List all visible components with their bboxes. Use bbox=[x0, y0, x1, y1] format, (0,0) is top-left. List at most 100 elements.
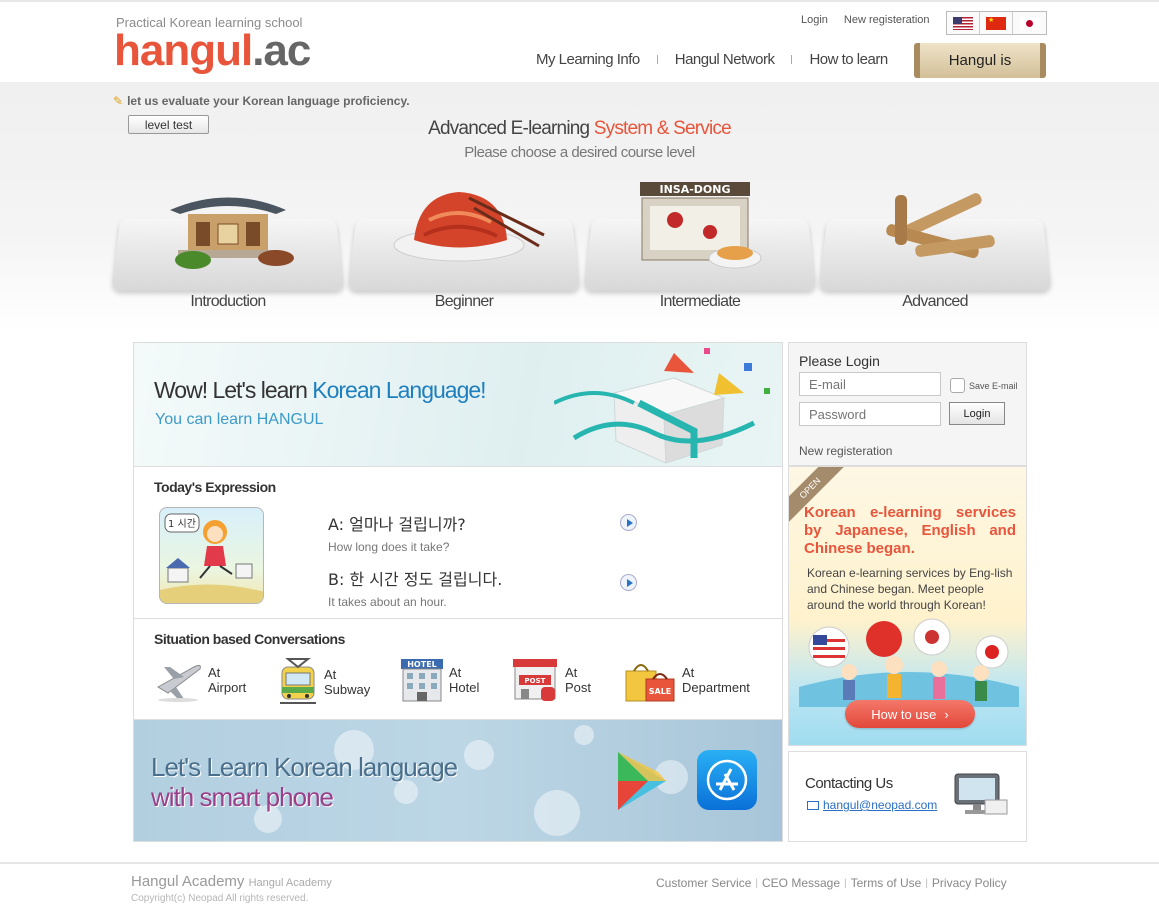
play-audio-button[interactable] bbox=[620, 514, 637, 531]
save-email-label: Save E-mail bbox=[969, 380, 1018, 391]
chevron-right-icon: › bbox=[944, 706, 949, 722]
situation-label-line1: At bbox=[208, 665, 221, 680]
situation-post[interactable]: POST At Post bbox=[511, 657, 591, 703]
language-japanese[interactable] bbox=[1013, 12, 1046, 34]
footer-links: Customer Service | CEO Message | Terms o… bbox=[656, 876, 1007, 890]
situation-subway[interactable]: At Subway bbox=[276, 657, 370, 707]
expression-korean: B: 한 시간 정도 걸립니다. bbox=[328, 570, 503, 589]
situation-label-line2: Airport bbox=[208, 680, 247, 695]
svg-text:HOTEL: HOTEL bbox=[407, 660, 437, 669]
course-advanced[interactable]: Advanced bbox=[815, 175, 1055, 315]
how-to-use-label: How to use bbox=[871, 706, 937, 722]
banner-subtitle: You can learn HANGUL bbox=[155, 411, 324, 428]
bubble-decoration bbox=[534, 790, 580, 836]
course-intermediate[interactable]: INSA-DONG Intermediate bbox=[580, 175, 820, 315]
hangul-is-button[interactable]: Hangul is bbox=[914, 43, 1046, 78]
language-chinese[interactable]: ★ bbox=[980, 12, 1013, 34]
level-test-note: ✎ let us evaluate your Korean language pr… bbox=[113, 94, 410, 108]
mail-icon bbox=[807, 800, 819, 810]
language-english[interactable] bbox=[947, 12, 980, 34]
contact-email-link[interactable]: hangul@neopad.com bbox=[807, 798, 937, 812]
china-flag-icon: ★ bbox=[986, 16, 1006, 30]
save-email-checkbox[interactable]: Save E-mail bbox=[950, 378, 1018, 393]
nav-my-learning-info[interactable]: My Learning Info bbox=[536, 51, 640, 68]
situation-label: At Post bbox=[565, 665, 591, 695]
situation-label-line1: At bbox=[682, 665, 695, 680]
situation-department[interactable]: SALE At Department bbox=[622, 657, 750, 703]
kimchi-dish-icon bbox=[393, 192, 545, 262]
insadong-gate-icon: INSA-DONG bbox=[640, 182, 762, 269]
nav-hangul-network[interactable]: Hangul Network bbox=[675, 51, 775, 68]
section-title: Situation based Conversations bbox=[154, 631, 345, 647]
password-field[interactable] bbox=[799, 402, 941, 426]
intro-title-highlight: System & Service bbox=[593, 118, 732, 139]
expression-cartoon: 1 시간 bbox=[159, 507, 264, 604]
nav-divider bbox=[791, 55, 793, 64]
main-nav: My Learning Info Hangul Network How to l… bbox=[536, 51, 888, 68]
bubble-decoration bbox=[394, 780, 418, 804]
world-kids-icon bbox=[799, 618, 1019, 707]
situation-label: At Subway bbox=[324, 667, 370, 697]
todays-expression: Today's Expression 1 시간 A: 얼마나 걸립니까? How… bbox=[134, 467, 782, 619]
footer-link-terms[interactable]: Terms of Use bbox=[851, 876, 922, 890]
bubble-decoration bbox=[464, 740, 494, 770]
site-logo[interactable]: hangul.ac bbox=[114, 28, 311, 74]
nav-how-to-learn[interactable]: How to learn bbox=[809, 51, 888, 68]
course-label: Introduction bbox=[190, 293, 266, 310]
app-store-icon[interactable] bbox=[697, 750, 757, 810]
section-title: Today's Expression bbox=[154, 479, 276, 495]
expression-line-b: B: 한 시간 정도 걸립니다. It takes about an hour. bbox=[328, 566, 502, 609]
footer-link-customer-service[interactable]: Customer Service bbox=[656, 876, 751, 890]
login-link[interactable]: Login bbox=[801, 14, 828, 26]
banner-title-b: Korean Language! bbox=[312, 377, 486, 403]
footer-link-separator: | bbox=[925, 877, 928, 889]
learn-korean-banner[interactable]: Wow! Let's learn Korean Language! You ca… bbox=[134, 343, 782, 467]
smartphone-banner-line1: Let's Learn Korean language bbox=[151, 752, 458, 782]
us-flag-icon bbox=[953, 16, 973, 30]
new-registration-link[interactable]: New registeration bbox=[799, 444, 892, 458]
contact-panel: Contacting Us hangul@neopad.com bbox=[788, 751, 1027, 842]
intro-title: Advanced E-learning System & Service bbox=[0, 118, 1159, 140]
play-audio-button[interactable] bbox=[620, 574, 637, 591]
footer-link-ceo-message[interactable]: CEO Message bbox=[762, 876, 840, 890]
expression-english: How long does it take? bbox=[328, 540, 450, 554]
google-play-icon[interactable] bbox=[614, 750, 670, 812]
footer-brand-small: Hangul Academy bbox=[248, 877, 332, 889]
footer-link-privacy[interactable]: Privacy Policy bbox=[932, 876, 1007, 890]
situation-label-line1: At bbox=[565, 665, 578, 680]
subway-icon bbox=[280, 658, 316, 704]
banner-title: Wow! Let's learn Korean Language! bbox=[154, 377, 487, 404]
site-header: Practical Korean learning school hangul.… bbox=[0, 2, 1159, 82]
course-beginner[interactable]: Beginner bbox=[344, 175, 584, 315]
email-field[interactable] bbox=[799, 372, 941, 396]
course-introduction[interactable]: Introduction bbox=[108, 175, 348, 315]
situation-label: At Hotel bbox=[449, 665, 479, 695]
situation-label-line1: At bbox=[449, 665, 462, 680]
hotel-icon: HOTEL bbox=[401, 659, 443, 702]
checkbox-box[interactable] bbox=[950, 378, 965, 393]
course-label: Beginner bbox=[434, 293, 494, 310]
contact-email[interactable]: hangul@neopad.com bbox=[823, 798, 937, 812]
register-link[interactable]: New registeration bbox=[844, 14, 930, 26]
situation-label-line2: Department bbox=[682, 680, 750, 695]
cartoon-caption: 1 시간 bbox=[168, 518, 196, 530]
situation-hotel[interactable]: HOTEL At Hotel bbox=[399, 657, 479, 703]
promo-body: Korean e-learning services by Eng-lish a… bbox=[807, 566, 1013, 612]
footer-link-separator: | bbox=[844, 877, 847, 889]
situation-label-line2: Hotel bbox=[449, 680, 480, 695]
svg-text:POST: POST bbox=[525, 677, 546, 685]
situation-airport[interactable]: At Airport bbox=[154, 657, 246, 703]
how-to-use-button[interactable]: How to use › bbox=[845, 700, 975, 728]
course-label: Intermediate bbox=[659, 293, 741, 310]
situation-conversations: Situation based Conversations At Airport … bbox=[134, 619, 782, 720]
situation-label: At Airport bbox=[208, 665, 246, 695]
smartphone-banner[interactable]: Let's Learn Korean language with smart p… bbox=[134, 720, 782, 841]
login-button[interactable]: Login bbox=[949, 402, 1005, 425]
login-title: Please Login bbox=[799, 353, 880, 369]
multilingual-promo: OPEN Korean e-learning services by Japan… bbox=[788, 466, 1027, 746]
intro-subtitle: Please choose a desired course level bbox=[464, 144, 695, 161]
shopping-bag-icon: SALE bbox=[625, 664, 675, 702]
top-links: Login New registeration bbox=[801, 14, 930, 26]
post-office-icon: POST bbox=[513, 659, 557, 701]
login-panel: Please Login Save E-mail Login New regis… bbox=[788, 342, 1027, 466]
